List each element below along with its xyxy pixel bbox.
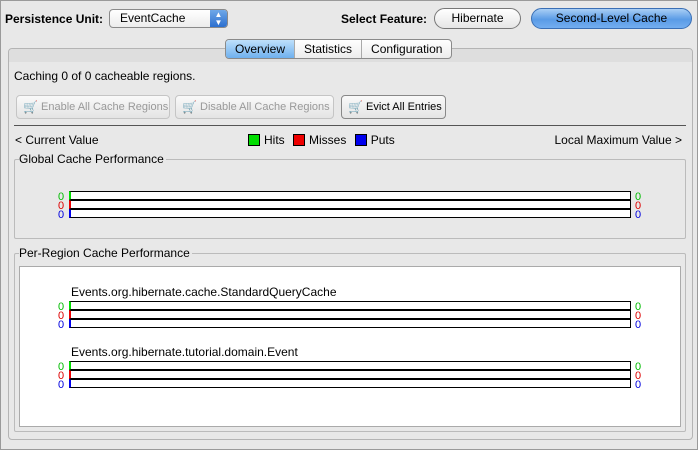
puts-bar [69,379,631,388]
puts-value: 0 [58,319,65,331]
feature-second-level-cache-button[interactable]: Second-Level Cache [531,8,692,29]
feature-hibernate-button[interactable]: Hibernate [434,8,521,29]
region-name: Events.org.hibernate.tutorial.domain.Eve… [71,345,298,359]
puts-bar [69,209,631,218]
select-feature-label: Select Feature: [341,12,428,26]
puts-value: 0 [58,379,65,391]
updown-arrows-icon: ▲ ▼ [210,10,227,27]
legend-puts: Puts [370,133,395,147]
legend: Hits Misses Puts [248,133,395,147]
puts-max: 0 [635,209,642,221]
misses-swatch [293,134,306,146]
legend-misses: Misses [309,133,347,147]
per-region-title: Per-Region Cache Performance [19,246,192,260]
divider [14,125,686,126]
disable-label: Disable All Cache Regions [200,101,330,113]
evict-label: Evict All Entries [366,101,442,113]
puts-bar [69,319,631,328]
tab-overview[interactable]: Overview [226,40,296,58]
cart-icon: 🛒 [182,100,197,114]
global-cache-title: Global Cache Performance [19,152,166,166]
puts-max: 0 [635,319,642,331]
persistence-unit-select[interactable]: EventCache ▲ ▼ [109,9,228,28]
cart-icon: 🛒 [23,100,38,114]
tab-bar: Overview Statistics Configuration [225,39,453,59]
hits-bar [69,301,631,310]
region-bars: 0 0 0 0 0 0 [58,361,641,391]
caching-status-text: Caching 0 of 0 cacheable regions. [14,69,196,83]
tab-configuration[interactable]: Configuration [362,40,451,58]
region-bars: 0 0 0 0 0 0 [58,301,641,331]
tab-statistics[interactable]: Statistics [295,40,363,58]
cart-evict-icon: 🛒 [348,100,363,114]
persistence-unit-label: Persistence Unit: [5,12,104,26]
evict-all-entries-button[interactable]: 🛒 Evict All Entries [341,95,446,119]
region-name: Events.org.hibernate.cache.StandardQuery… [71,285,337,299]
current-value-label: < Current Value [15,133,99,147]
legend-hits: Hits [264,133,285,147]
puts-max: 0 [635,379,642,391]
disable-all-cache-regions-button[interactable]: 🛒 Disable All Cache Regions [175,95,334,119]
hits-bar [69,191,631,200]
misses-bar [69,370,631,379]
misses-bar [69,200,631,209]
hits-bar [69,361,631,370]
hits-swatch [248,134,260,146]
enable-all-cache-regions-button[interactable]: 🛒 Enable All Cache Regions [16,95,170,119]
local-max-label: Local Maximum Value > [554,133,683,147]
puts-value: 0 [58,209,65,221]
misses-bar [69,310,631,319]
persistence-unit-value: EventCache [120,11,186,25]
enable-label: Enable All Cache Regions [41,101,169,113]
global-bars: 0 0 0 0 0 0 [58,191,641,221]
puts-swatch [354,134,367,146]
